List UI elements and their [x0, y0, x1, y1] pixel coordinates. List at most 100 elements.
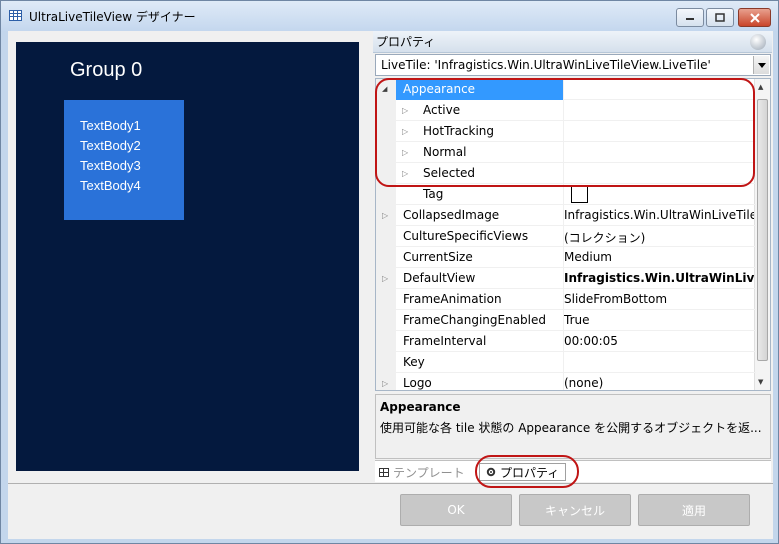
color-swatch[interactable] [571, 186, 588, 203]
property-name: Normal [423, 145, 467, 159]
property-name: HotTracking [423, 124, 495, 138]
property-row[interactable]: ▷ CollapsedImage Infragistics.Win.UltraWin… [376, 205, 756, 226]
property-row[interactable]: ▷ Logo (none) [376, 373, 756, 390]
property-name: FrameAnimation [403, 292, 502, 306]
column-divider [563, 79, 564, 100]
property-value[interactable]: Infragistics.Win.UltraWinLiveTile [564, 208, 754, 222]
minimize-button[interactable] [676, 8, 704, 27]
property-value[interactable]: SlideFromBottom [564, 292, 754, 306]
properties-header: プロパティ [373, 31, 772, 53]
group-label: Group 0 [70, 59, 143, 81]
property-name: CultureSpecificViews [403, 229, 529, 243]
window-title: UltraLiveTileView デザイナー [29, 10, 196, 24]
property-value[interactable]: True [564, 313, 754, 327]
row-gutter [376, 142, 396, 163]
property-name: Selected [423, 166, 476, 180]
property-row[interactable]: Key [376, 352, 756, 373]
row-gutter [376, 331, 396, 352]
property-name: Key [403, 355, 425, 369]
live-tile[interactable]: TextBody1 TextBody2 TextBody3 TextBody4 [64, 100, 184, 220]
close-button[interactable] [738, 8, 771, 27]
property-row[interactable]: FrameChangingEnabled True [376, 310, 756, 331]
dialog-button-bar: OK キャンセル 適用 [8, 483, 773, 539]
property-value[interactable]: (none) [564, 376, 754, 390]
property-row[interactable]: CultureSpecificViews (コレクション) [376, 226, 756, 247]
expand-icon[interactable]: ▷ [382, 274, 390, 283]
property-row[interactable]: ▷ DefaultView Infragistics.Win.UltraWinLiv… [376, 268, 756, 289]
expand-icon[interactable]: ▷ [402, 148, 410, 157]
chevron-down-icon [757, 62, 766, 68]
tile-preview-panel[interactable]: Group 0 TextBody1 TextBody2 TextBody3 Te… [16, 42, 359, 471]
minimize-icon [686, 17, 694, 20]
properties-title: プロパティ [376, 35, 436, 49]
property-row[interactable]: ▷ Active [376, 100, 756, 121]
row-gutter [376, 184, 396, 205]
property-row[interactable]: ◢ Appearance [376, 79, 756, 100]
ok-button[interactable]: OK [400, 494, 512, 526]
description-body: 使用可能な各 tile 状態の Appearance を公開するオブジェクトを返… [380, 421, 762, 435]
tile-text-line: TextBody4 [80, 178, 141, 193]
row-gutter [376, 100, 396, 121]
gear-icon [486, 467, 496, 477]
property-value[interactable]: (コレクション) [564, 229, 754, 246]
property-name: CollapsedImage [403, 208, 500, 222]
property-name: Active [423, 103, 461, 117]
title-bar[interactable]: UltraLiveTileView デザイナー [1, 1, 778, 31]
maximize-button[interactable] [706, 8, 734, 27]
tab-properties-label: プロパティ [500, 465, 560, 480]
property-name: Tag [423, 187, 444, 201]
property-name: Appearance [403, 82, 476, 96]
object-selector[interactable]: LiveTile: 'Infragistics.Win.UltraWinLive… [375, 54, 771, 76]
close-icon [749, 12, 760, 23]
row-gutter [376, 121, 396, 142]
property-name: CurrentSize [403, 250, 473, 264]
column-divider [563, 100, 564, 121]
column-divider [563, 163, 564, 184]
expand-icon[interactable]: ▷ [382, 211, 390, 220]
property-row[interactable]: CurrentSize Medium [376, 247, 756, 268]
row-gutter [376, 247, 396, 268]
expand-icon[interactable]: ▷ [402, 106, 410, 115]
row-gutter [376, 310, 396, 331]
property-value[interactable]: 00:00:05 [564, 334, 754, 348]
property-value[interactable]: Infragistics.Win.UltraWinLive [564, 271, 754, 285]
object-selector-value: LiveTile: 'Infragistics.Win.UltraWinLive… [381, 58, 711, 72]
row-gutter [376, 163, 396, 184]
cancel-button[interactable]: キャンセル [519, 494, 631, 526]
expand-icon[interactable]: ▷ [382, 379, 390, 388]
apply-button[interactable]: 適用 [638, 494, 750, 526]
property-name: DefaultView [403, 271, 476, 285]
property-name: FrameInterval [403, 334, 487, 348]
column-divider [563, 142, 564, 163]
maximize-icon [715, 13, 725, 22]
property-grid-scrollbar[interactable]: ▲ ▼ [754, 79, 770, 390]
property-value[interactable]: Medium [564, 250, 754, 264]
expand-icon[interactable]: ▷ [402, 169, 410, 178]
property-row[interactable]: ▷ Selected [376, 163, 756, 184]
property-row[interactable]: ▷ HotTracking [376, 121, 756, 142]
panel-tabs: テンプレート プロパティ [375, 460, 771, 482]
scroll-down-icon[interactable]: ▼ [758, 378, 763, 386]
grid-app-icon [9, 10, 22, 21]
pin-icon[interactable] [750, 34, 766, 50]
property-row[interactable]: FrameInterval 00:00:05 [376, 331, 756, 352]
dropdown-arrow-button[interactable] [753, 56, 769, 74]
tile-text-line: TextBody2 [80, 138, 141, 153]
designer-window: UltraLiveTileView デザイナー Group 0 TextBody… [0, 0, 779, 544]
property-row[interactable]: FrameAnimation SlideFromBottom [376, 289, 756, 310]
tile-text-line: TextBody1 [80, 118, 141, 133]
property-grid[interactable]: ▲ ▼ ◢ Appearance ▷ Active ▷ HotTracking ▷ Norma… [375, 78, 771, 391]
tab-template[interactable]: テンプレート [379, 463, 465, 481]
property-row[interactable]: ▷ Normal [376, 142, 756, 163]
template-grid-icon [379, 467, 389, 477]
description-title: Appearance [380, 400, 461, 414]
scrollbar-thumb[interactable] [757, 99, 768, 361]
collapse-icon[interactable]: ◢ [382, 85, 390, 94]
property-row[interactable]: Tag [376, 184, 756, 205]
tab-template-label: テンプレート [393, 465, 465, 480]
expand-icon[interactable]: ▷ [402, 127, 410, 136]
scroll-up-icon[interactable]: ▲ [758, 83, 763, 91]
designer-client-area: Group 0 TextBody1 TextBody2 TextBody3 Te… [8, 31, 773, 483]
tab-properties[interactable]: プロパティ [479, 463, 567, 481]
property-name: FrameChangingEnabled [403, 313, 546, 327]
